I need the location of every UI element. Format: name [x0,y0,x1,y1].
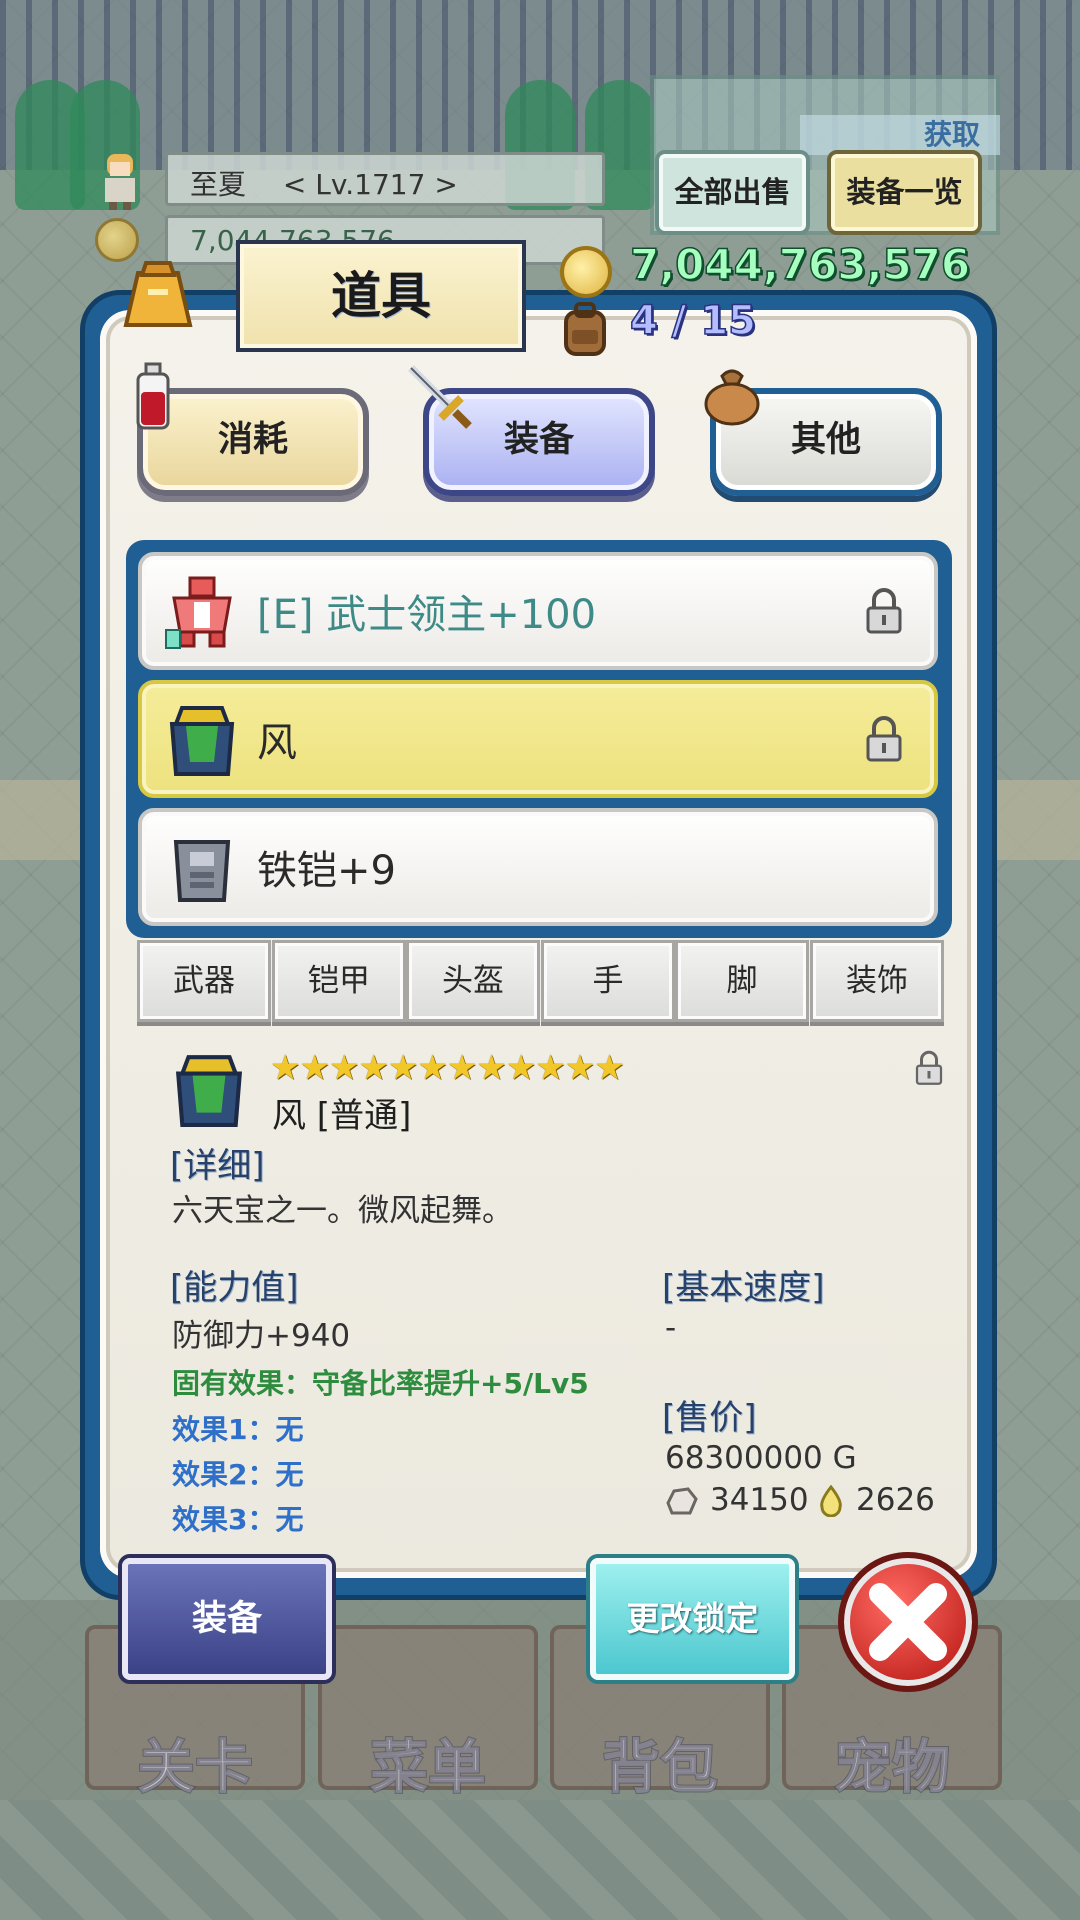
lock-icon [864,716,904,762]
iron-armor-icon [164,830,240,906]
panel-title: 道具 [236,240,526,352]
item-name: 风 [257,720,297,766]
sack-icon [700,362,764,426]
green-armor-icon [164,702,240,778]
player-avatar-icon [95,150,145,210]
close-button[interactable] [838,1552,978,1692]
backpack-icon [558,300,612,358]
tab-hand[interactable]: 手 [541,940,675,1022]
equip-button[interactable]: 装备 [122,1558,332,1680]
item-description: 六天宝之一。微风起舞。 [172,1193,513,1229]
tab-helmet[interactable]: 头盔 [406,940,540,1022]
item-name: [E] 武士领主+100 [257,592,597,638]
sword-icon [405,362,475,432]
nav-bag-label: 背包 [601,1732,719,1802]
speed-section-title: [基本速度] [662,1268,825,1308]
effect-1: 效果1：无 [172,1413,304,1446]
get-button[interactable]: 获取 [800,115,1000,155]
close-icon [869,1583,947,1661]
item-name: 铁铠+9 [257,848,396,894]
background-floor [0,1800,1080,1920]
item-row[interactable]: 铁铠+9 [138,808,938,926]
nav-menu-label: 菜单 [369,1732,487,1802]
nav-stage-label: 关卡 [136,1732,254,1802]
lock-icon [864,588,904,634]
gold-amount: 7,044,763,576 [629,239,971,290]
inventory-capacity: 4 / 15 [629,297,756,345]
detail-item-name: 风 [普通] [272,1096,412,1136]
gold-coin-icon [560,246,612,298]
player-name: 至夏 [190,168,247,201]
equipment-list-button[interactable]: 装备一览 [827,150,982,235]
inherent-effect: 固有效果：守备比率提升+5/Lv5 [172,1367,589,1400]
tab-foot[interactable]: 脚 [675,940,809,1022]
player-level: < Lv.1717 > [282,168,458,201]
drop-icon [818,1484,844,1518]
price-section-title: [售价] [662,1398,757,1438]
lock-icon [914,1050,944,1086]
defense-stat: 防御力+940 [172,1318,351,1354]
change-lock-button[interactable]: 更改锁定 [590,1558,795,1680]
potion-icon [132,362,174,432]
effect-3: 效果3：无 [172,1503,304,1536]
price-ore: 34150 [710,1482,809,1518]
tab-accessory[interactable]: 装饰 [810,940,944,1022]
price-gold: 68300000 G [665,1440,857,1476]
nav-pet-label: 宠物 [833,1732,951,1802]
item-row-selected[interactable]: 风 [138,680,938,798]
rarity-stars: ★★★★★★★★★★★★ [270,1048,625,1088]
red-armor-icon [164,574,240,650]
tab-armor[interactable]: 铠甲 [272,940,406,1022]
effect-2: 效果2：无 [172,1458,304,1491]
detail-section-title: [详细] [170,1146,265,1186]
ore-icon [664,1485,698,1517]
player-name-box: 至夏 < Lv.1717 > [165,152,605,206]
item-list: [E] 武士领主+100 风 铁铠+9 [126,540,952,938]
green-armor-icon [170,1050,248,1130]
stats-section-title: [能力值] [170,1268,299,1308]
bag-icon [118,255,198,335]
speed-value: - [665,1310,677,1346]
item-row[interactable]: [E] 武士领主+100 [138,552,938,670]
sell-all-button[interactable]: 全部出售 [655,150,810,235]
price-drop: 2626 [856,1482,935,1518]
tab-weapon[interactable]: 武器 [137,940,271,1022]
